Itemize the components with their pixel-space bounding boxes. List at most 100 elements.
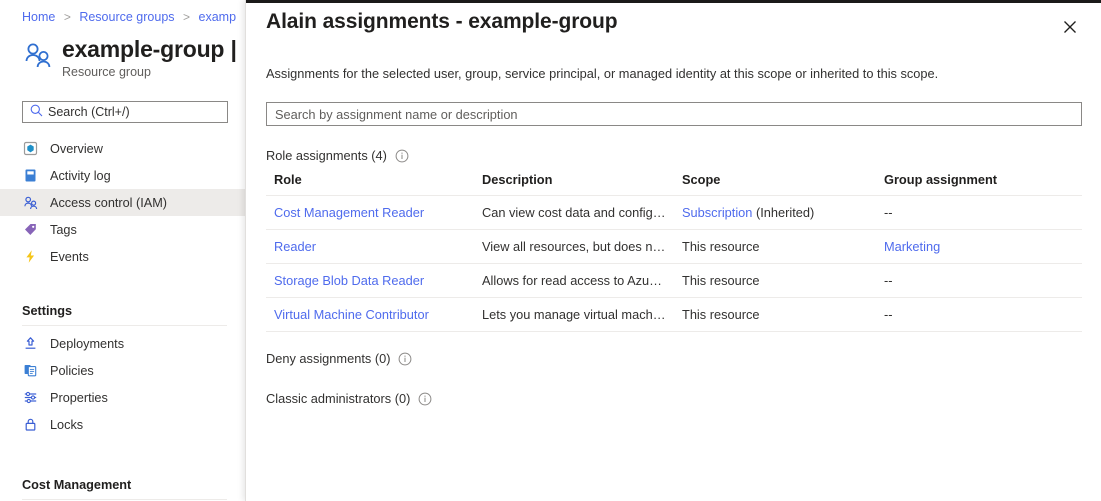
sidebar-item-properties[interactable]: Properties xyxy=(0,384,245,411)
resource-type-label: Resource group xyxy=(62,64,237,80)
group-assignment-link[interactable]: Marketing xyxy=(884,239,940,254)
blade-search-box[interactable] xyxy=(22,101,228,123)
panel-top-rule xyxy=(246,0,1101,3)
locks-icon xyxy=(22,416,39,433)
activity-log-icon xyxy=(22,167,39,184)
sidebar-item-label: Properties xyxy=(50,391,108,405)
breadcrumb-separator: > xyxy=(64,10,71,24)
close-icon[interactable] xyxy=(1055,12,1085,42)
cell-role: Reader xyxy=(266,230,474,264)
access-control-icon xyxy=(22,194,39,211)
cell-description: Allows for read access to Azure ... xyxy=(474,264,674,298)
breadcrumb-item-home[interactable]: Home xyxy=(22,10,55,24)
cell-description: Can view cost data and configur... xyxy=(474,196,674,230)
scope-link[interactable]: Subscription xyxy=(682,205,752,220)
resource-blade: Home > Resource groups > examp example-g… xyxy=(0,0,245,501)
events-icon xyxy=(22,248,39,265)
sidebar-item-label: Deployments xyxy=(50,337,124,351)
breadcrumb-separator: > xyxy=(183,10,190,24)
nav-divider xyxy=(22,325,227,326)
scope-suffix: This resource xyxy=(682,307,760,322)
table-row: Storage Blob Data Reader Allows for read… xyxy=(266,264,1082,298)
tags-icon xyxy=(22,221,39,238)
cell-scope: Subscription (Inherited) xyxy=(674,196,876,230)
sidebar-item-overview[interactable]: Overview xyxy=(0,135,245,162)
nav-section-settings-heading: Settings xyxy=(0,299,245,323)
column-header-role: Role xyxy=(266,172,474,196)
role-link[interactable]: Reader xyxy=(274,239,316,254)
column-header-group-assignment: Group assignment xyxy=(876,172,1082,196)
role-assignments-label: Role assignments (4) xyxy=(266,148,387,163)
resource-header: example-group | Resource group xyxy=(22,35,237,80)
sidebar-item-activity-log[interactable]: Activity log xyxy=(0,162,245,189)
cell-description: Lets you manage virtual machin... xyxy=(474,298,674,332)
scope-suffix: This resource xyxy=(682,273,760,288)
cell-group-assignment: Marketing xyxy=(876,230,1082,264)
role-link[interactable]: Storage Blob Data Reader xyxy=(274,273,424,288)
page-title: example-group | xyxy=(62,35,237,63)
role-link[interactable]: Cost Management Reader xyxy=(274,205,424,220)
sidebar-item-access-control-iam[interactable]: Access control (IAM) xyxy=(0,189,245,216)
cell-role: Cost Management Reader xyxy=(266,196,474,230)
sidebar-item-label: Overview xyxy=(50,142,103,156)
sidebar-item-label: Tags xyxy=(50,223,77,237)
cell-description: View all resources, but does not... xyxy=(474,230,674,264)
role-assignments-table: Role Description Scope Group assignment … xyxy=(266,172,1082,332)
deny-assignments-section-header[interactable]: Deny assignments (0) xyxy=(266,351,412,366)
nav-group-primary: Overview Activity log Access control ( xyxy=(0,135,245,270)
sidebar-item-tags[interactable]: Tags xyxy=(0,216,245,243)
info-icon[interactable] xyxy=(398,352,412,366)
cell-scope: This resource xyxy=(674,264,876,298)
cell-group-assignment: -- xyxy=(876,298,1082,332)
assignment-search-box[interactable] xyxy=(266,102,1082,126)
role-assignments-section-header: Role assignments (4) xyxy=(266,148,409,163)
classic-administrators-label: Classic administrators (0) xyxy=(266,391,410,406)
info-icon[interactable] xyxy=(395,149,409,163)
panel-title: Alain assignments - example-group xyxy=(266,10,617,34)
sidebar-item-label: Events xyxy=(50,250,89,264)
breadcrumb: Home > Resource groups > examp xyxy=(22,10,236,24)
info-icon[interactable] xyxy=(418,392,432,406)
cell-group-assignment: -- xyxy=(876,264,1082,298)
breadcrumb-item-resource-groups[interactable]: Resource groups xyxy=(79,10,174,24)
breadcrumb-item-example-group[interactable]: examp xyxy=(199,10,237,24)
panel-description: Assignments for the selected user, group… xyxy=(266,66,938,81)
cell-role: Storage Blob Data Reader xyxy=(266,264,474,298)
cell-role: Virtual Machine Contributor xyxy=(266,298,474,332)
nav-group-cost-management: Cost Management xyxy=(0,473,245,501)
table-row: Cost Management Reader Can view cost dat… xyxy=(266,196,1082,230)
scope-suffix: This resource xyxy=(682,239,760,254)
deployments-icon xyxy=(22,335,39,352)
column-header-description: Description xyxy=(474,172,674,196)
sidebar-item-locks[interactable]: Locks xyxy=(0,411,245,438)
sidebar-item-deployments[interactable]: Deployments xyxy=(0,330,245,357)
table-row: Virtual Machine Contributor Lets you man… xyxy=(266,298,1082,332)
classic-administrators-section-header[interactable]: Classic administrators (0) xyxy=(266,391,432,406)
table-header-row: Role Description Scope Group assignment xyxy=(266,172,1082,196)
cell-group-assignment: -- xyxy=(876,196,1082,230)
nav-group-settings: Settings Deployments Polici xyxy=(0,299,245,438)
sidebar-item-policies[interactable]: Policies xyxy=(0,357,245,384)
resource-title-block: example-group | Resource group xyxy=(62,35,237,80)
nav-section-cost-management-heading: Cost Management xyxy=(0,473,245,497)
assignment-search-input[interactable] xyxy=(267,107,1081,122)
column-header-scope: Scope xyxy=(674,172,876,196)
policies-icon xyxy=(22,362,39,379)
role-link[interactable]: Virtual Machine Contributor xyxy=(274,307,429,322)
properties-icon xyxy=(22,389,39,406)
sidebar-item-label: Policies xyxy=(50,364,94,378)
cell-scope: This resource xyxy=(674,230,876,264)
resource-group-icon xyxy=(22,39,56,73)
assignments-panel: Alain assignments - example-group Assign… xyxy=(245,0,1101,501)
overview-icon xyxy=(22,140,39,157)
sidebar-item-events[interactable]: Events xyxy=(0,243,245,270)
blade-search-input[interactable] xyxy=(48,105,208,119)
scope-suffix: (Inherited) xyxy=(752,205,814,220)
deny-assignments-label: Deny assignments (0) xyxy=(266,351,390,366)
search-icon xyxy=(30,104,43,120)
sidebar-item-label: Locks xyxy=(50,418,83,432)
sidebar-item-label: Access control (IAM) xyxy=(50,196,167,210)
cell-scope: This resource xyxy=(674,298,876,332)
table-row: Reader View all resources, but does not.… xyxy=(266,230,1082,264)
nav-divider xyxy=(22,499,227,500)
